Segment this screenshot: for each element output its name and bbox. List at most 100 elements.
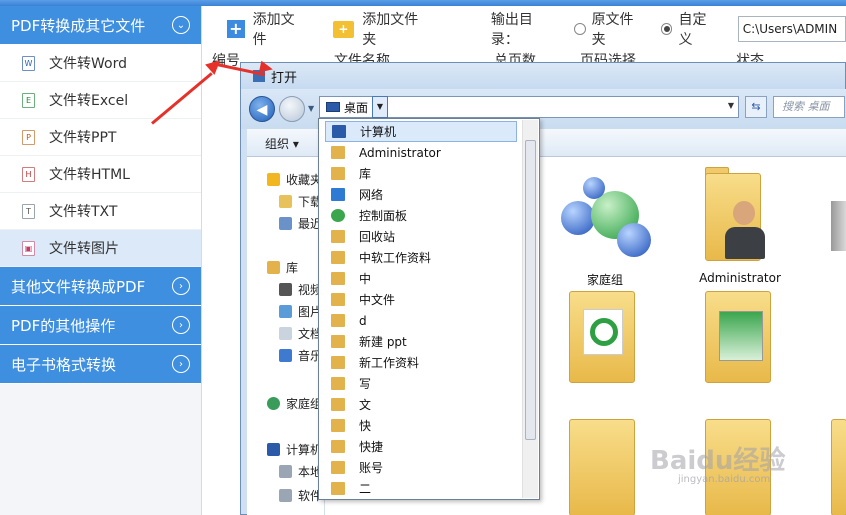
add-file-button[interactable]: + 添加文件 xyxy=(227,9,308,49)
sidebar-item-image[interactable]: ▣ 文件转图片 xyxy=(0,230,201,267)
category-other-to-pdf[interactable]: 其他文件转换成PDF › xyxy=(0,267,201,306)
nav-item-music[interactable]: 音乐 xyxy=(279,347,322,364)
back-button[interactable]: ◀ xyxy=(249,96,275,122)
ppt-file-icon: P xyxy=(22,129,35,145)
output-path-field[interactable]: C:\Users\ADMIN xyxy=(737,16,846,42)
pictures-icon xyxy=(279,305,292,318)
nav-item-favorites[interactable]: 收藏夹 xyxy=(267,171,322,188)
chevron-right-icon: › xyxy=(172,316,190,334)
list-item[interactable]: 文 xyxy=(325,394,517,415)
image-file-icon: ▣ xyxy=(22,240,35,256)
nav-item-homegroup[interactable]: 家庭组 xyxy=(267,395,322,412)
homegroup-icon xyxy=(561,201,595,235)
scroll-thumb[interactable] xyxy=(525,140,536,440)
arrow-head-icon xyxy=(258,60,275,76)
refresh-button[interactable]: ⇆ xyxy=(745,96,767,118)
category-ebook-convert[interactable]: 电子书格式转换 › xyxy=(0,345,201,384)
history-dropdown-icon[interactable]: ▼ xyxy=(308,104,314,113)
category-label: PDF转换成其它文件 xyxy=(11,16,146,35)
homegroup-icon xyxy=(267,397,280,410)
add-folder-button[interactable]: + 添加文件夹 xyxy=(332,9,431,49)
folder-icon[interactable] xyxy=(569,419,635,515)
folder-icon xyxy=(331,314,345,327)
nav-item-videos[interactable]: 视频 xyxy=(279,281,322,298)
drive-icon xyxy=(279,489,292,502)
txt-file-icon: T xyxy=(22,203,35,219)
item-label: Administrator xyxy=(699,271,781,285)
sidebar-item-excel[interactable]: E 文件转Excel xyxy=(0,82,201,119)
html-file-icon: H xyxy=(22,166,35,182)
radio-custom[interactable] xyxy=(660,23,673,35)
dropdown-item-administrator[interactable]: Administrator xyxy=(325,142,517,163)
sidebar-item-label: 文件转图片 xyxy=(49,241,119,257)
desktop-icon xyxy=(326,102,340,112)
folder-icon xyxy=(331,293,345,306)
radio-original-folder[interactable] xyxy=(573,23,586,35)
category-pdf-other-ops[interactable]: PDF的其他操作 › xyxy=(0,306,201,345)
nav-item-library[interactable]: 库 xyxy=(267,259,298,276)
computer-icon xyxy=(267,443,280,456)
dropdown-item-recycle[interactable]: 回收站 xyxy=(325,226,517,247)
address-bar[interactable]: 桌面 ▼ ▼ xyxy=(319,96,739,118)
folder-icon xyxy=(331,335,345,348)
sidebar-item-label: 文件转HTML xyxy=(49,167,130,183)
category-pdf-to-other[interactable]: PDF转换成其它文件 ⌄ xyxy=(0,6,201,45)
list-item[interactable]: 快 xyxy=(325,415,517,436)
library-icon xyxy=(267,261,280,274)
list-item[interactable]: 中文件 xyxy=(325,289,517,310)
sidebar-item-ppt[interactable]: P 文件转PPT xyxy=(0,119,201,156)
network-icon xyxy=(331,188,345,201)
folder-icon xyxy=(331,461,345,474)
list-item[interactable]: 新工作资料 xyxy=(325,352,517,373)
sidebar-item-label: 文件转TXT xyxy=(49,204,118,220)
nav-item-documents[interactable]: 文档 xyxy=(279,325,322,342)
list-item[interactable]: d xyxy=(325,310,517,331)
organize-button[interactable]: 组织 ▾ xyxy=(265,135,299,152)
list-item[interactable]: 中 xyxy=(325,268,517,289)
list-item[interactable]: 账号 xyxy=(325,457,517,478)
music-icon xyxy=(279,349,292,362)
nav-item-recent[interactable]: 最近 xyxy=(279,215,322,232)
sidebar-item-word[interactable]: W 文件转Word xyxy=(0,45,201,82)
folder-icon xyxy=(331,377,345,390)
sidebar-item-txt[interactable]: T 文件转TXT xyxy=(0,193,201,230)
excel-file-icon: E xyxy=(22,92,35,108)
dropdown-item-control-panel[interactable]: 控制面板 xyxy=(325,205,517,226)
forward-button[interactable] xyxy=(279,96,305,122)
folder-icon xyxy=(331,482,345,495)
user-folder-icon xyxy=(331,146,345,159)
sidebar-item-html[interactable]: H 文件转HTML xyxy=(0,156,201,193)
list-item[interactable]: 写 xyxy=(325,373,517,394)
list-item[interactable]: 新建 ppt xyxy=(325,331,517,352)
output-dir-label: 输出目录： xyxy=(490,12,533,48)
folder-add-icon: + xyxy=(332,20,355,38)
plus-icon: + xyxy=(227,20,245,38)
category-label: 电子书格式转换 xyxy=(11,355,117,374)
folder-icon xyxy=(331,251,345,264)
address-dropdown-button[interactable]: ▼ xyxy=(372,96,388,118)
word-file-icon: W xyxy=(22,55,35,71)
nav-item-local-disk[interactable]: 本地 xyxy=(279,463,322,480)
nav-item-pictures[interactable]: 图片 xyxy=(279,303,322,320)
dialog-titlebar: 打开 xyxy=(241,63,845,89)
computer-icon xyxy=(332,125,346,138)
library-icon xyxy=(331,167,345,180)
folder-icon[interactable] xyxy=(831,419,846,515)
document-icon xyxy=(279,327,292,340)
list-item[interactable]: 中软工作资料 xyxy=(325,247,517,268)
dropdown-item-library[interactable]: 库 xyxy=(325,163,517,184)
app-window: { "sidebar": { "category_top": "PDF转换成其它… xyxy=(0,0,846,515)
nav-pane: 收藏夹 下载 最近 库 视频 图片 文档 音乐 家庭组 计算机 本地 软件 (D… xyxy=(247,157,348,515)
chevron-down-icon[interactable]: ▼ xyxy=(728,101,734,110)
control-panel-icon xyxy=(331,209,345,222)
dropdown-item-network[interactable]: 网络 xyxy=(325,184,517,205)
chevron-right-icon: › xyxy=(172,277,190,295)
dropdown-item-computer[interactable]: 计算机 xyxy=(325,121,517,142)
list-item[interactable]: 快捷 xyxy=(325,436,517,457)
search-input[interactable]: 搜索 桌面 xyxy=(773,96,845,118)
list-item[interactable]: 二 xyxy=(325,478,517,499)
nav-item-computer[interactable]: 计算机 xyxy=(267,441,322,458)
dropdown-scrollbar[interactable] xyxy=(522,120,538,498)
user-icon xyxy=(733,201,755,225)
nav-item-downloads[interactable]: 下载 xyxy=(279,193,322,210)
